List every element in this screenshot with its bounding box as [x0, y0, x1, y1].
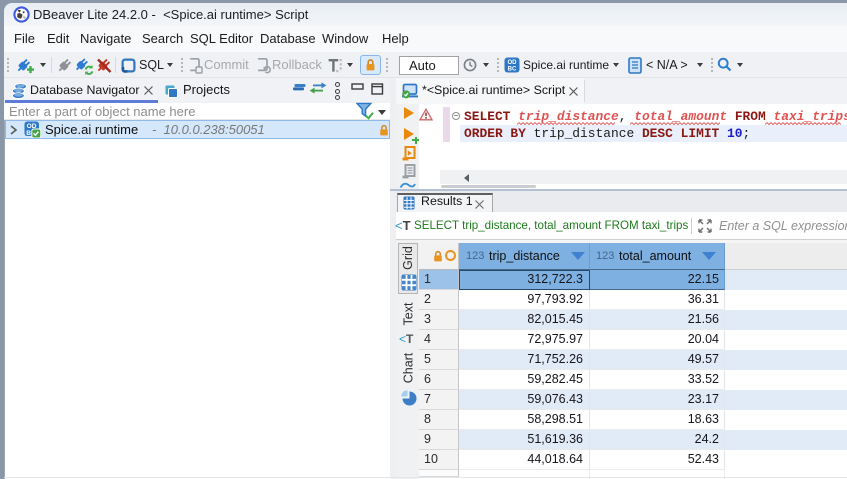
svg-text:B: B	[26, 130, 31, 137]
svg-text:OD: OD	[508, 60, 518, 66]
svg-text:BC: BC	[508, 67, 517, 73]
